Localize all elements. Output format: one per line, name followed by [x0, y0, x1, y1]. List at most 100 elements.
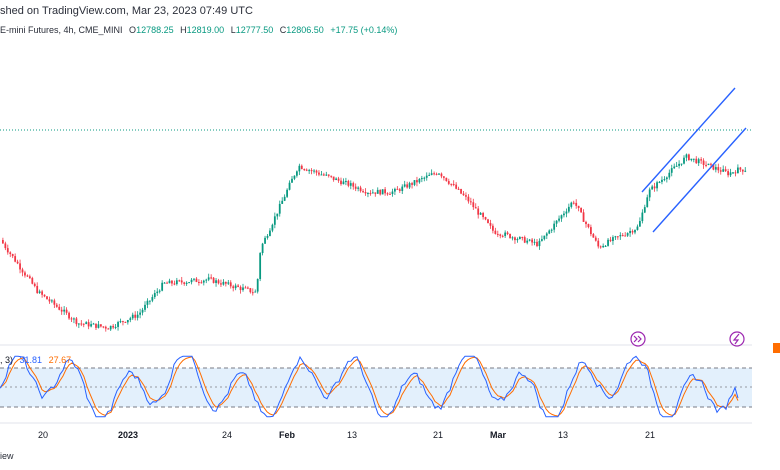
candle-body [281, 200, 284, 204]
replay-icon[interactable] [630, 331, 646, 347]
candle-body [232, 286, 235, 289]
candle-body [227, 282, 230, 284]
candle-body [413, 180, 416, 185]
candle-body [668, 172, 671, 178]
candle-body [447, 181, 450, 184]
candle-body [347, 180, 350, 186]
candle-body [273, 216, 276, 225]
candle-body [675, 165, 678, 167]
candle-body [210, 277, 213, 279]
candle-body [144, 304, 146, 310]
candle-body [661, 179, 663, 182]
candle-body [582, 212, 585, 222]
candle-body [300, 165, 303, 170]
candle-body [271, 224, 274, 231]
candle-body [97, 324, 100, 328]
symbol-legend[interactable]: E-mini Futures, 4h, CME_MINI O12788.25 H… [0, 25, 397, 35]
candle-body [438, 173, 440, 175]
candle-body [141, 309, 144, 313]
candle-body [629, 231, 631, 234]
channel-upper-line [641, 87, 736, 193]
candle-body [21, 269, 24, 273]
chart-area[interactable]: 20 2023 24 Feb 13 21 Mar 13 21 [0, 0, 780, 470]
candle-body [648, 189, 651, 198]
candle-body [467, 196, 470, 202]
time-tick-label: Mar [490, 430, 507, 440]
candle-body [501, 235, 504, 237]
candle-body [149, 300, 151, 302]
candle-body [374, 192, 377, 194]
candle-body [401, 186, 404, 191]
candle-body [685, 154, 688, 158]
time-axis[interactable]: 20 2023 24 Feb 13 21 Mar 13 21 [38, 430, 655, 440]
candle-body [599, 246, 602, 248]
candle-body [249, 288, 252, 293]
candle-body [345, 180, 347, 182]
candle-body [26, 275, 29, 277]
candle-body [200, 282, 203, 284]
candle-body [75, 318, 78, 325]
candle-body [234, 285, 237, 289]
candle-body [443, 176, 445, 178]
candle-body [499, 234, 502, 236]
candle-body [594, 237, 597, 241]
candle-body [41, 291, 43, 295]
candle-body [342, 181, 345, 185]
candle-body [212, 277, 215, 283]
candle-body [215, 280, 217, 283]
candle-body [129, 318, 132, 321]
candle-body [511, 237, 514, 239]
candle-body [531, 239, 533, 243]
candle-body [308, 170, 311, 172]
candle-body [264, 237, 266, 244]
last-value-marker [773, 343, 780, 353]
candle-body [31, 278, 34, 284]
publish-info: shed on TradingView.com, Mar 23, 2023 07… [0, 5, 253, 17]
candle-body [474, 207, 477, 209]
candle-body [460, 188, 462, 194]
candle-body [416, 180, 418, 183]
candle-body [53, 300, 56, 305]
candle-body [261, 243, 264, 254]
candle-body [567, 206, 570, 212]
candle-body [494, 230, 497, 234]
oscillator-legend[interactable]: , 3) 31.81 27.67 [0, 355, 71, 365]
candle-body [729, 172, 732, 176]
candle-body [134, 314, 137, 318]
candle-body [626, 233, 629, 236]
candle-body [163, 282, 166, 284]
candle-body [683, 157, 685, 164]
candle-body [577, 205, 580, 209]
candle-body [656, 182, 658, 189]
candle-body [602, 245, 605, 248]
candle-body [572, 202, 575, 204]
candle-body [653, 186, 656, 189]
candle-body [741, 169, 744, 172]
candle-body [445, 177, 448, 182]
candle-body [616, 236, 619, 238]
candle-body [509, 233, 511, 239]
candle-body [607, 239, 609, 246]
candle-body [553, 223, 556, 230]
candle-body [690, 158, 693, 161]
candle-body [68, 312, 70, 319]
candle-body [379, 189, 382, 195]
time-tick-label: 24 [222, 430, 232, 440]
candle-body [722, 169, 725, 172]
candle-body [87, 322, 90, 327]
candle-body [592, 234, 595, 238]
symbol-name: E-mini Futures, 4h, CME_MINI [0, 25, 123, 35]
flash-icon[interactable] [729, 331, 745, 347]
candle-body [403, 184, 406, 187]
candle-body [171, 280, 173, 284]
candle-body [724, 169, 727, 172]
candle-body [619, 235, 622, 237]
candle-body [521, 236, 524, 238]
candle-body [452, 184, 455, 186]
candle-body [700, 159, 703, 161]
candle-body [477, 208, 480, 215]
candle-body [114, 326, 117, 328]
candle-body [55, 304, 58, 307]
candle-body [259, 253, 262, 280]
candle-body [291, 178, 293, 183]
